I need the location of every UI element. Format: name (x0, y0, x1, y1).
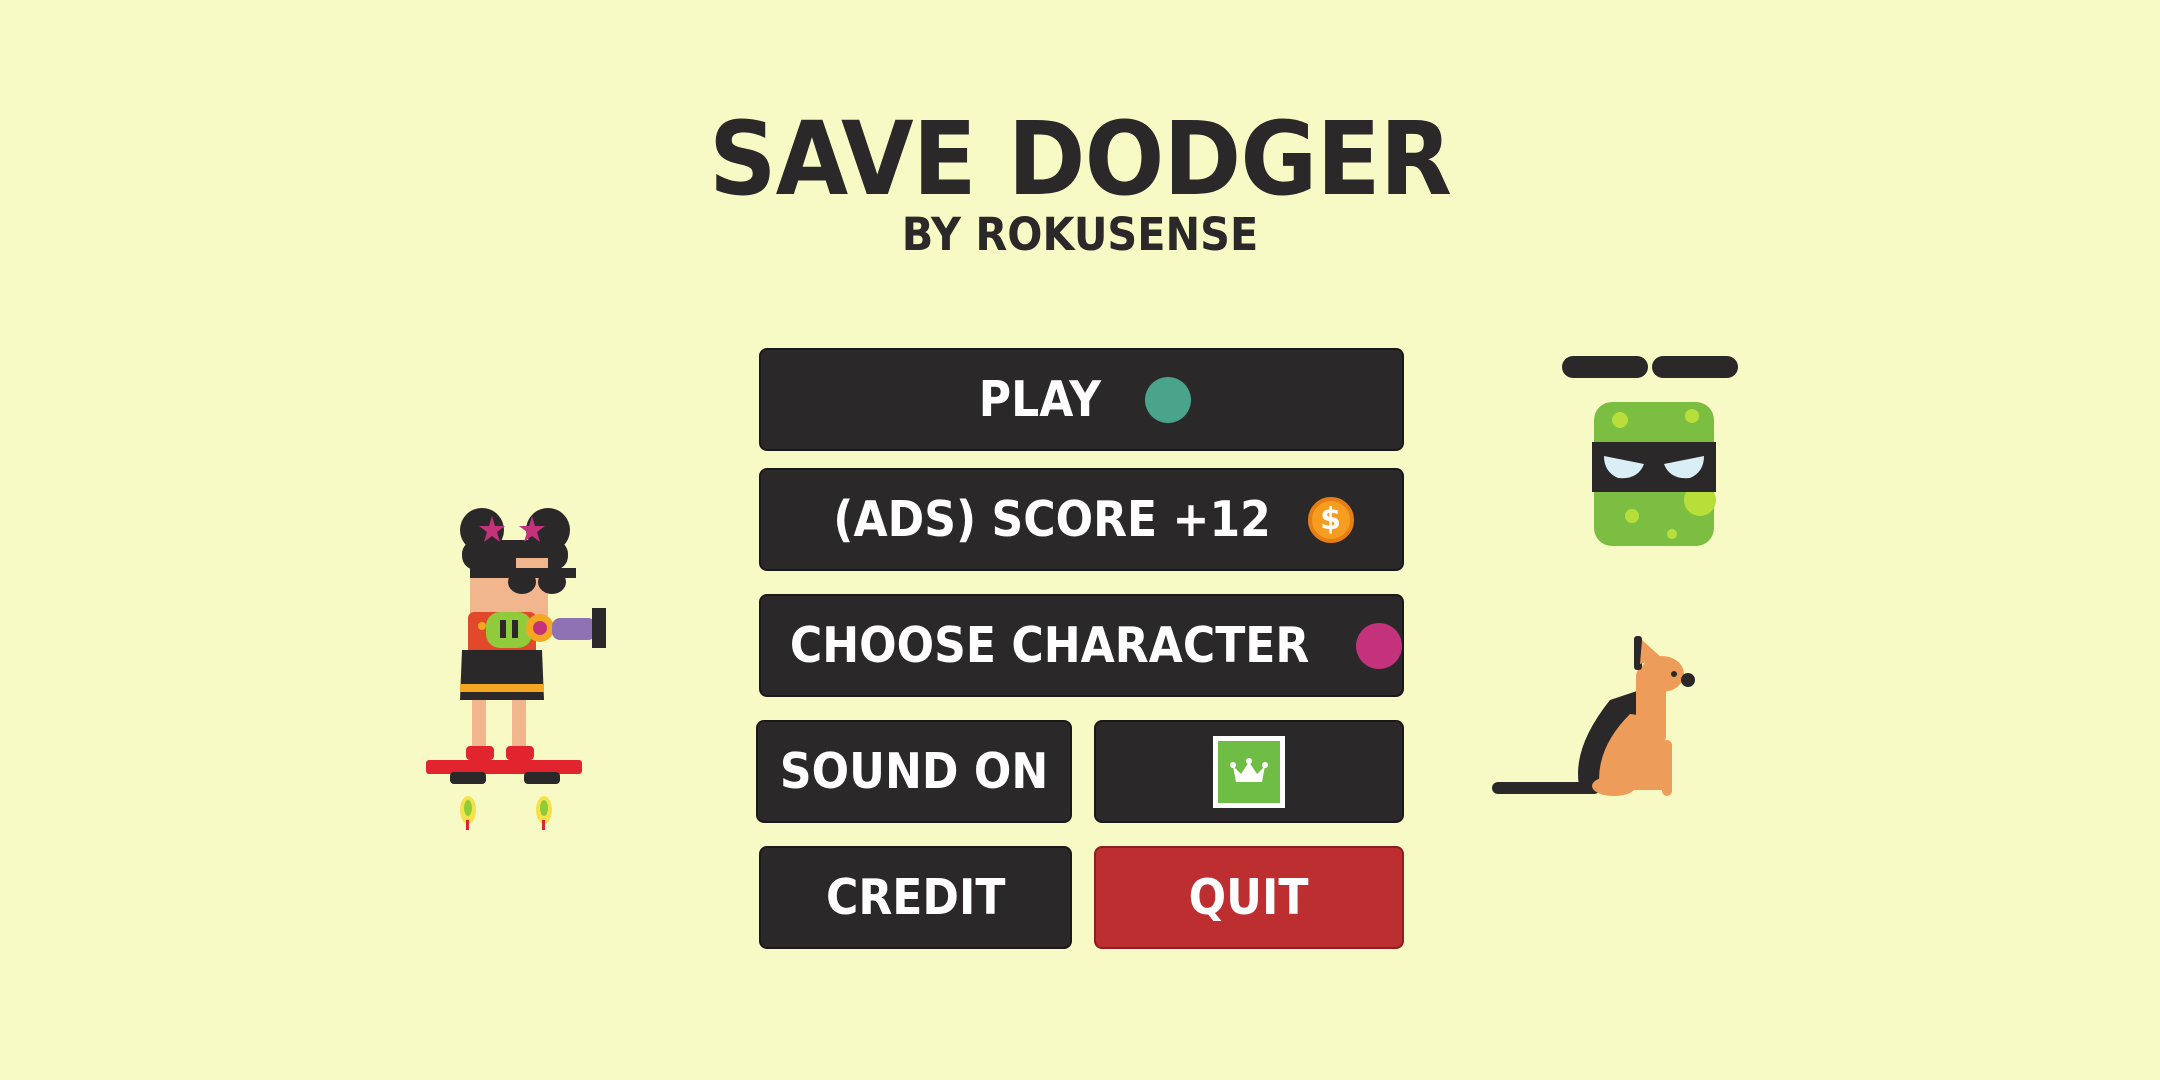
enemy-drone-character (1562, 356, 1738, 546)
character-indicator-icon (1356, 622, 1402, 669)
quit-label: QUIT (1189, 869, 1309, 926)
player-character (426, 508, 606, 830)
play-label: PLAY (978, 371, 1101, 428)
play-indicator-icon (1145, 376, 1192, 423)
credit-button[interactable]: CREDIT (759, 846, 1072, 949)
ads-score-label: (ADS) SCORE +12 (833, 491, 1272, 548)
credit-label: CREDIT (825, 869, 1006, 926)
crown-icon (1230, 757, 1268, 782)
sound-label: SOUND ON (779, 743, 1049, 800)
coin-icon: $ (1307, 496, 1354, 543)
game-subtitle: BY ROKUSENSE (901, 208, 1259, 261)
quit-button[interactable]: QUIT (1094, 846, 1404, 949)
sound-toggle-button[interactable]: SOUND ON (756, 720, 1072, 823)
enemy-dog-character (1492, 636, 1695, 796)
play-button[interactable]: PLAY (759, 348, 1404, 451)
ads-score-button[interactable]: (ADS) SCORE +12 $ (759, 468, 1404, 571)
game-title: SAVE DODGER (708, 100, 1452, 219)
premium-button[interactable] (1094, 720, 1404, 823)
premium-badge (1213, 735, 1285, 808)
choose-character-button[interactable]: CHOOSE CHARACTER (759, 594, 1404, 697)
choose-character-label: CHOOSE CHARACTER (789, 617, 1310, 674)
